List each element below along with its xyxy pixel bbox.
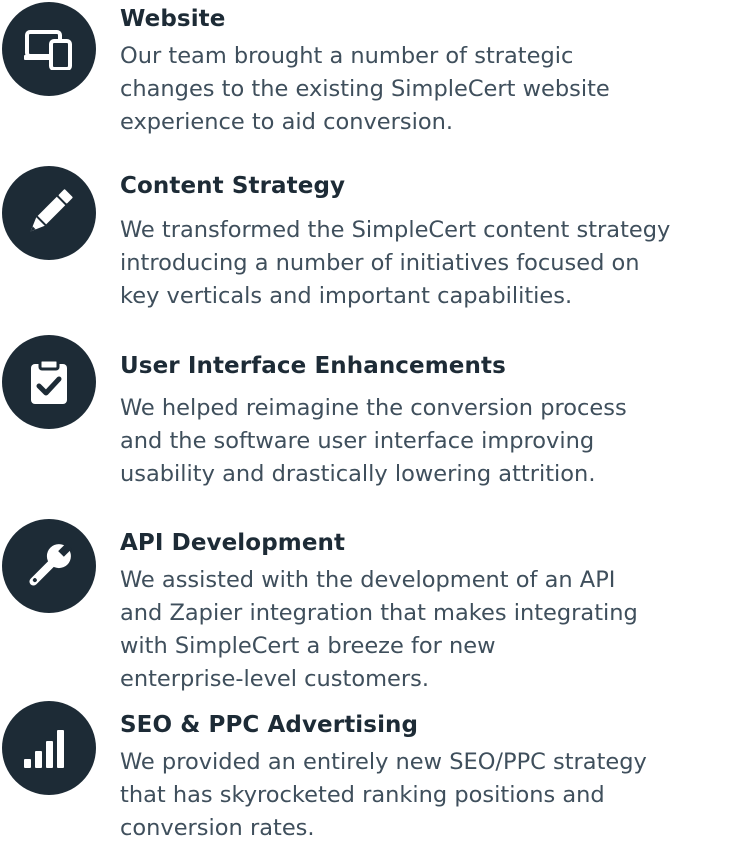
devices-icon [2,2,96,96]
description-line: and Zapier integration that makes integr… [120,600,638,626]
description-line: Our team brought a number of strategic [120,43,574,69]
description-line: usability and drastically lowering attri… [120,461,596,487]
description-line: introducing a number of initiatives focu… [120,250,640,276]
item-title: User Interface Enhancements [120,353,506,379]
description-line: We transformed the SimpleCert content st… [120,217,671,243]
item-title: SEO & PPC Advertising [120,712,419,738]
item-description: We assisted with the development of an A… [120,564,736,696]
item-title: Website [120,6,226,32]
wrench-icon [2,519,96,613]
description-line: experience to aid conversion. [120,109,454,135]
description-line: that has skyrocketed ranking positions a… [120,782,605,808]
description-line: We provided an entirely new SEO/PPC stra… [120,749,647,775]
description-line: key verticals and important capabilities… [120,283,573,309]
item-title: API Development [120,530,346,556]
description-line: We assisted with the development of an A… [120,567,616,593]
item-description: We provided an entirely new SEO/PPC stra… [120,746,736,845]
description-line: conversion rates. [120,815,315,841]
description-line: We helped reimagine the conversion proce… [120,395,627,421]
item-description: Our team brought a number of strategic c… [120,40,736,139]
item-description: We helped reimagine the conversion proce… [120,392,736,491]
description-line: enterprise-level customers. [120,666,429,692]
pencil-icon [2,166,96,260]
item-title: Content Strategy [120,173,346,199]
clipboard-check-icon [2,335,96,429]
item-description: We transformed the SimpleCert content st… [120,214,736,313]
description-line: and the software user interface improvin… [120,428,595,454]
description-line: changes to the existing SimpleCert websi… [120,76,610,102]
description-line: with SimpleCert a breeze for new [120,633,496,659]
signal-bars-icon [2,701,96,795]
